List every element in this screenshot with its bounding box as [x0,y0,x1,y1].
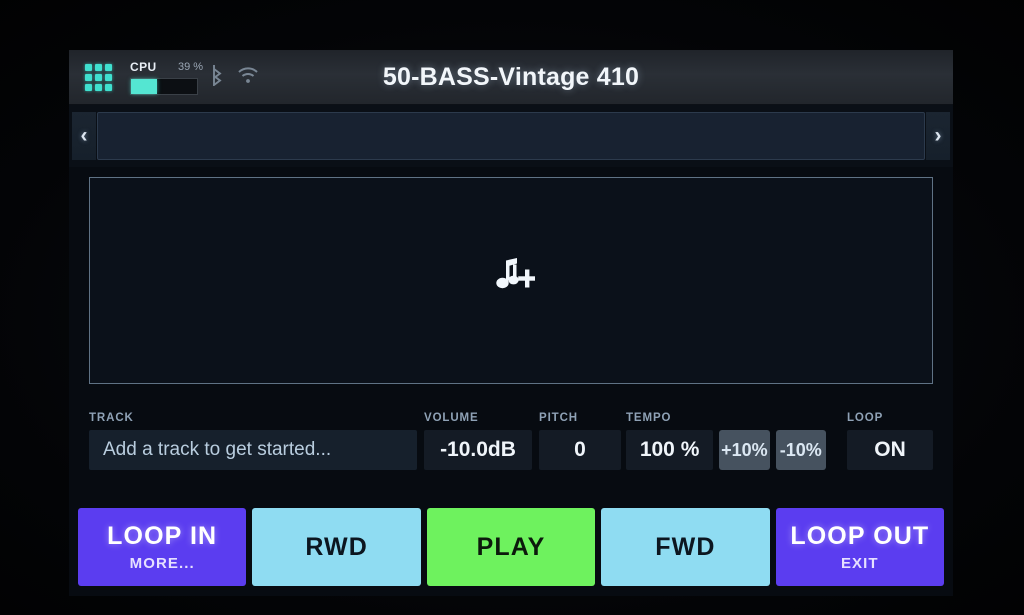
tempo-controls: 100 % +10% -10% [626,430,826,470]
track-value[interactable]: Add a track to get started... [89,430,417,470]
tempo-decrease-button[interactable]: -10% [775,430,826,470]
grid-apps-icon[interactable] [85,64,113,92]
page-title: 50-BASS-Vintage 410 [382,63,640,91]
loop-field-group: LOOP ON [847,410,933,470]
music-note-plus-icon[interactable] [487,256,537,305]
tempo-value[interactable]: 100 % [626,430,714,470]
loop-value[interactable]: ON [847,430,933,470]
rewind-label: RWD [305,532,368,561]
screen: CPU 39 % 50-BASS-Vintage 410 ‹ › TRACK A… [69,50,953,596]
loop-out-sublabel: EXIT [840,554,879,572]
loop-out-button[interactable]: LOOP OUT EXIT [775,508,945,586]
loop-label: LOOP [847,412,884,424]
browser-nav-strip: ‹ › [69,105,953,167]
bluetooth-icon [210,64,224,91]
tempo-increase-button[interactable]: +10% [719,430,770,470]
forward-button[interactable]: FWD [601,508,770,586]
volume-value[interactable]: -10.0dB [424,430,532,470]
volume-field-group: VOLUME -10.0dB [424,410,532,470]
pitch-label: PITCH [539,412,578,424]
tempo-label: TEMPO [626,412,672,424]
volume-label: VOLUME [424,412,479,424]
cpu-percent: 39 % [178,61,204,73]
tempo-field-group: TEMPO 100 % +10% -10% [626,410,826,470]
pitch-value[interactable]: 0 [539,430,621,470]
track-display-area[interactable] [89,177,933,384]
parameter-row: TRACK Add a track to get started... VOLU… [69,410,953,495]
chevron-left-icon[interactable]: ‹ [72,112,96,160]
pitch-field-group: PITCH 0 [539,410,621,470]
track-field-group: TRACK Add a track to get started... [89,410,417,470]
forward-label: FWD [655,532,716,561]
loop-in-label: LOOP IN [107,521,218,550]
play-label: PLAY [476,532,546,561]
rewind-button[interactable]: RWD [252,508,421,586]
status-bar: CPU 39 % 50-BASS-Vintage 410 [69,50,953,105]
device-bezel: CPU 39 % 50-BASS-Vintage 410 ‹ › TRACK A… [0,0,1024,615]
transport-button-row: LOOP IN MORE... RWD PLAY FWD LOOP OUT EX… [69,508,953,586]
loop-in-button[interactable]: LOOP IN MORE... [78,508,247,586]
cpu-bar-fill [131,79,157,94]
cpu-meter: CPU 39 % [130,60,203,95]
browser-field[interactable] [97,112,925,160]
cpu-bar-track [130,78,198,95]
track-label: TRACK [89,412,134,424]
chevron-right-icon[interactable]: › [926,112,950,160]
play-button[interactable]: PLAY [426,508,596,586]
loop-in-sublabel: MORE... [129,554,195,572]
wifi-icon [237,64,259,91]
loop-out-label: LOOP OUT [790,521,930,550]
